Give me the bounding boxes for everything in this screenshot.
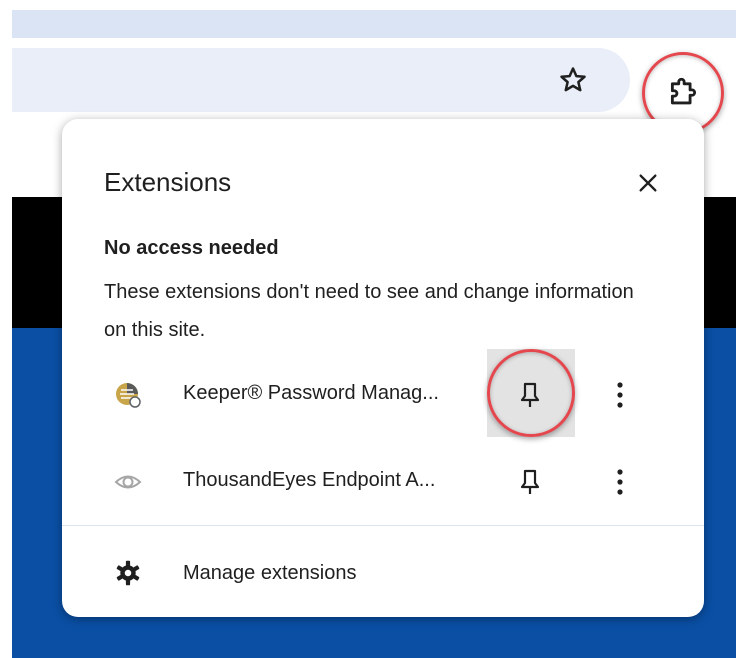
browser-toolbar <box>12 38 736 134</box>
address-bar[interactable] <box>12 48 630 112</box>
extensions-popup: Extensions No access needed These extens… <box>62 119 704 617</box>
extension-row-thousandeyes[interactable]: ThousandEyes Endpoint A... <box>62 452 704 512</box>
extension-row-keeper[interactable]: Keeper® Password Manag... <box>62 365 704 425</box>
browser-tab-strip <box>12 10 736 38</box>
close-icon <box>639 174 657 192</box>
eye-icon <box>114 468 142 496</box>
keeper-logo-icon <box>114 381 142 409</box>
popup-title: Extensions <box>104 167 232 197</box>
extension-menu-button[interactable] <box>602 377 638 413</box>
more-vert-icon <box>617 382 623 408</box>
section-heading: No access needed <box>104 237 279 259</box>
gear-icon <box>114 559 142 587</box>
pin-button[interactable] <box>512 464 548 500</box>
star-outline-icon <box>560 67 586 92</box>
close-button[interactable] <box>630 165 666 201</box>
extension-menu-button[interactable] <box>602 464 638 500</box>
pin-icon <box>520 469 540 494</box>
extension-name: ThousandEyes Endpoint A... <box>183 469 436 491</box>
manage-extensions-item[interactable]: Manage extensions <box>62 549 704 597</box>
extension-name: Keeper® Password Manag... <box>183 382 439 404</box>
pin-button[interactable] <box>512 377 548 413</box>
more-vert-icon <box>617 469 623 495</box>
bookmark-star-button[interactable] <box>553 60 593 100</box>
manage-extensions-label: Manage extensions <box>183 562 357 584</box>
section-description: These extensions don't need to see and c… <box>104 281 634 341</box>
divider <box>62 525 704 526</box>
pin-icon <box>520 382 540 407</box>
